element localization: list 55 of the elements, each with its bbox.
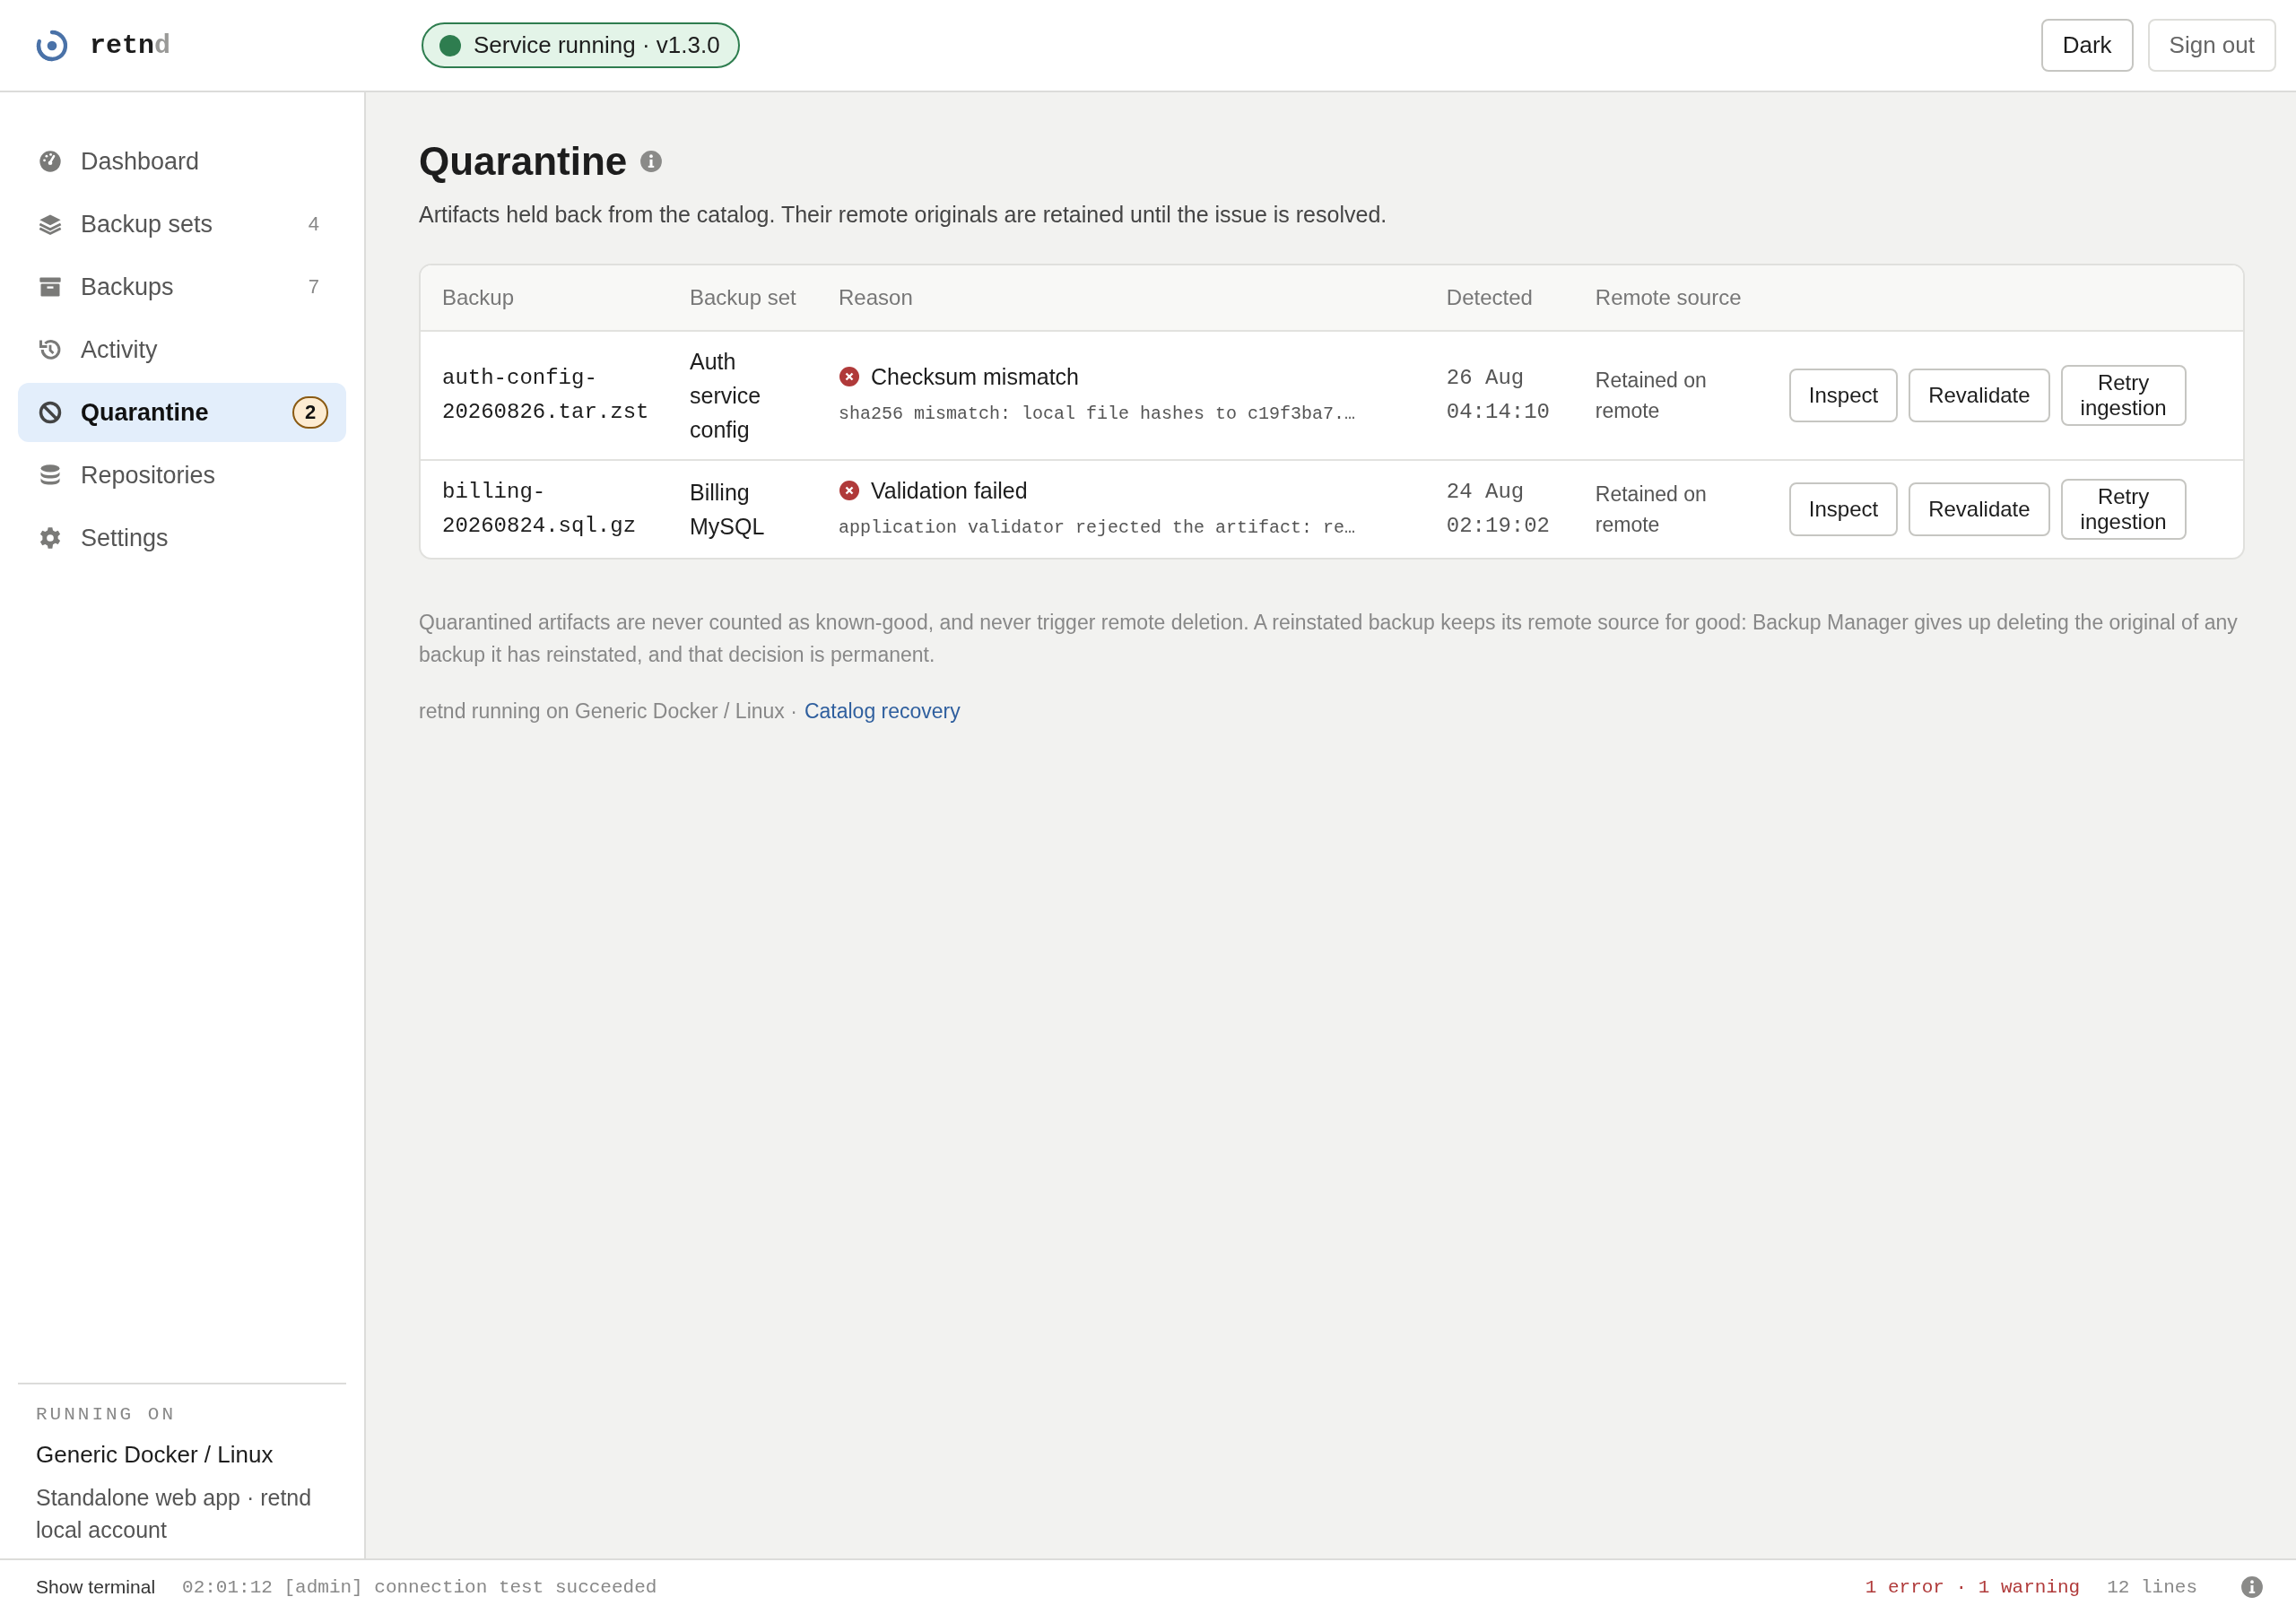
reason-title: Validation failed	[871, 477, 1028, 505]
info-icon	[2240, 1575, 2264, 1599]
revalidate-button[interactable]: Revalidate	[1909, 369, 2050, 422]
platform-description: Standalone web app · retnd local account	[36, 1484, 313, 1544]
sign-out-button[interactable]: Sign out	[2147, 19, 2276, 72]
runtime-text: retnd running on Generic Docker / Linux ·	[419, 699, 797, 724]
column-header: Reason	[817, 265, 1425, 331]
reason-detail: sha256 mismatch: local file hashes to c19f3ba7.…	[839, 403, 1357, 426]
column-header: Backup	[421, 265, 668, 331]
footnote: Quarantined artifacts are never counted as known-good, and never trigger remote deletion. A reinstated backup keeps its remote source for good: Backup Manager gives up deleting the original of any backup it has reinstated, and that decision is permanent.	[419, 610, 2239, 668]
page-title: Quarantine	[419, 139, 628, 184]
gauge-icon	[38, 149, 63, 174]
platform-name: Generic Docker / Linux	[36, 1441, 274, 1469]
nav-item[interactable]: Settings	[18, 508, 346, 568]
theme-button[interactable]: Dark	[2040, 19, 2134, 72]
reason-detail: application validator rejected the artifact: re…	[839, 516, 1357, 540]
nav-item[interactable]: Backups 7	[18, 257, 346, 317]
reason-title: Checksum mismatch	[871, 363, 1079, 391]
inspect-button[interactable]: Inspect	[1788, 369, 1899, 422]
retry-ingestion-button[interactable]: Retry ingestion	[2060, 365, 2187, 426]
item-count: 7	[308, 275, 319, 299]
inspect-button[interactable]: Inspect	[1788, 482, 1899, 536]
catalog-recovery-link[interactable]: Catalog recovery	[804, 699, 961, 724]
nav-item[interactable]: Repositories	[18, 446, 346, 505]
backup-set-cell: Auth service config	[668, 331, 817, 460]
retry-ingestion-button[interactable]: Retry ingestion	[2060, 479, 2187, 540]
backup-name-cell: auth-config-20260826.tar.zst	[421, 331, 668, 460]
line-count: 12 lines	[2107, 1576, 2197, 1598]
ban-icon	[38, 400, 63, 425]
backup-name-cell: billing-20260824.sql.gz	[421, 460, 668, 558]
revalidate-button[interactable]: Revalidate	[1909, 482, 2050, 536]
column-header: Detected	[1424, 265, 1574, 331]
remote-source-cell: Retained on remote	[1573, 331, 1768, 460]
count-badge: 2	[292, 396, 328, 429]
remote-source-cell: Retained on remote	[1573, 460, 1768, 558]
detected-cell: 26 Aug 04:14:10	[1424, 331, 1574, 460]
problem-summary: 1 error · 1 warning	[1865, 1576, 2081, 1598]
history-icon	[38, 337, 63, 362]
item-count: 4	[308, 213, 319, 236]
backup-set-cell: Billing MySQL	[668, 460, 817, 558]
show-terminal-toggle[interactable]: Show terminal	[36, 1576, 156, 1598]
column-header: Backup set	[668, 265, 817, 331]
detected-cell: 24 Aug 02:19:02	[1424, 460, 1574, 558]
nav-item[interactable]: Activity	[18, 320, 346, 379]
info-icon	[639, 150, 664, 173]
terminal-last-line: 02:01:12 [admin] connection test succeeded	[182, 1576, 657, 1598]
gear-icon	[38, 525, 63, 551]
page-description: Artifacts held back from the catalog. Their remote originals are retained until the issue is resolved.	[419, 202, 1388, 228]
nav-item[interactable]: Quarantine 2	[18, 383, 346, 442]
nav-item[interactable]: Dashboard	[18, 132, 346, 191]
service-status-text: Service running · v1.3.0	[474, 31, 720, 59]
column-header: Remote source	[1573, 265, 1768, 331]
app-name: retnd	[90, 30, 172, 61]
section-heading: RUNNING ON	[36, 1404, 178, 1425]
nav-item[interactable]: Backup sets 4	[18, 195, 346, 254]
